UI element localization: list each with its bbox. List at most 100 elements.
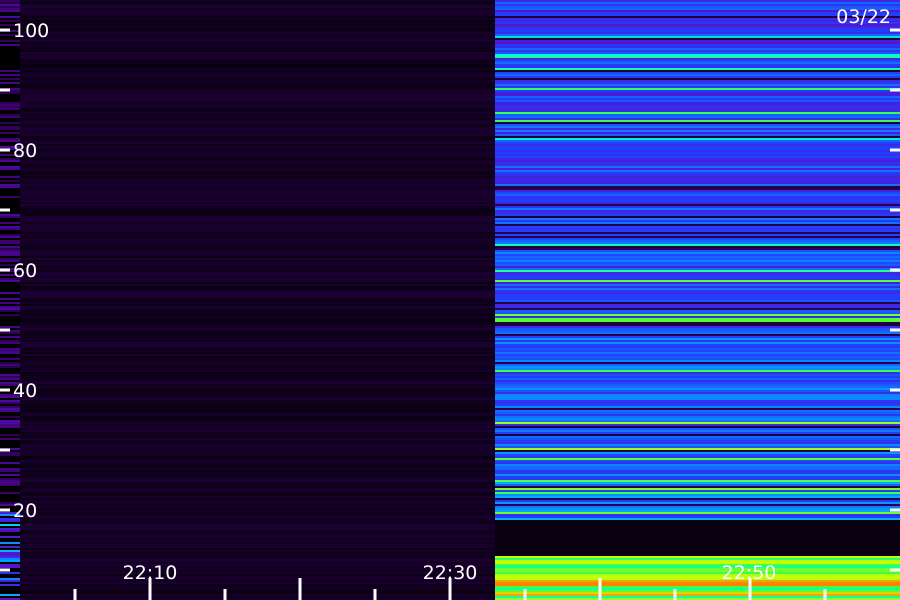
quiet-segment-row	[20, 164, 495, 166]
quiet-segment-row	[20, 314, 495, 316]
quiet-segment-row	[20, 150, 495, 152]
active-segment-row	[495, 318, 900, 320]
quiet-segment-row	[20, 318, 495, 320]
quiet-segment-row	[20, 152, 495, 154]
left-edge-row	[0, 350, 20, 352]
left-edge-row	[0, 342, 20, 344]
active-segment-row	[495, 72, 900, 74]
quiet-segment-row	[20, 558, 495, 560]
quiet-segment-row	[20, 20, 495, 22]
quiet-segment-row	[20, 8, 495, 10]
quiet-segment-row	[20, 18, 495, 20]
left-edge-row	[0, 70, 20, 72]
quiet-segment-row	[20, 2, 495, 4]
quiet-segment-row	[20, 360, 495, 362]
quiet-segment-row	[20, 390, 495, 392]
left-edge-row	[0, 2, 20, 4]
active-segment-row	[495, 36, 900, 38]
quiet-segment-row	[20, 172, 495, 174]
active-segment-row	[495, 518, 900, 520]
quiet-segment-row	[20, 308, 495, 310]
active-segment-row	[495, 216, 900, 218]
quiet-segment-row	[20, 486, 495, 488]
quiet-segment-row	[20, 142, 495, 144]
quiet-segment-row	[20, 506, 495, 508]
active-segment-row	[495, 206, 900, 208]
quiet-segment-row	[20, 236, 495, 238]
left-edge-row	[0, 78, 20, 80]
quiet-segment-row	[20, 290, 495, 292]
quiet-segment-row	[20, 108, 495, 110]
quiet-segment-row	[20, 454, 495, 456]
quiet-segment-row	[20, 400, 495, 402]
quiet-segment-row	[20, 284, 495, 286]
quiet-segment-row	[20, 402, 495, 404]
quiet-segment-row	[20, 342, 495, 344]
quiet-segment-row	[20, 522, 495, 524]
quiet-segment-row	[20, 374, 495, 376]
quiet-segment-row	[20, 64, 495, 66]
active-segment-row	[495, 524, 900, 526]
quiet-segment-row	[20, 206, 495, 208]
active-segment-row	[495, 208, 900, 210]
active-segment-row	[495, 284, 900, 286]
quiet-segment-row	[20, 274, 495, 276]
active-segment-row	[495, 346, 900, 348]
active-segment-row	[495, 158, 900, 160]
active-segment-row	[495, 124, 900, 126]
left-edge-row	[0, 44, 20, 46]
active-segment-row	[495, 136, 900, 138]
quiet-segment-row	[20, 24, 495, 26]
quiet-segment-row	[20, 528, 495, 530]
active-segment-row	[495, 588, 900, 590]
left-edge-row	[0, 228, 20, 230]
quiet-segment-row	[20, 132, 495, 134]
active-segment-row	[495, 504, 900, 506]
quiet-segment-row	[20, 410, 495, 412]
active-segment-row	[495, 342, 900, 344]
active-segment-row	[495, 544, 900, 546]
active-segment-row	[495, 120, 900, 122]
quiet-segment-row	[20, 0, 495, 2]
active-segment-row	[495, 280, 900, 282]
quiet-segment-row	[20, 320, 495, 322]
quiet-segment-row	[20, 200, 495, 202]
active-segment-row	[495, 234, 900, 236]
quiet-segment-row	[20, 462, 495, 464]
quiet-segment-row	[20, 592, 495, 594]
quiet-segment-row	[20, 328, 495, 330]
active-segment-row	[495, 164, 900, 166]
active-segment-row	[495, 214, 900, 216]
active-segment-row	[495, 416, 900, 418]
active-segment-row	[495, 50, 900, 52]
quiet-segment-row	[20, 426, 495, 428]
active-segment-row	[495, 172, 900, 174]
quiet-segment-row	[20, 316, 495, 318]
quiet-segment-row	[20, 550, 495, 552]
quiet-segment-row	[20, 156, 495, 158]
active-segment-row	[495, 184, 900, 186]
active-segment-row	[495, 154, 900, 156]
left-edge-row	[0, 216, 20, 218]
active-segment-row	[495, 310, 900, 312]
quiet-segment-row	[20, 182, 495, 184]
left-edge-row	[0, 126, 20, 128]
quiet-segment-row	[20, 470, 495, 472]
quiet-segment-row	[20, 204, 495, 206]
active-segment-row	[495, 414, 900, 416]
active-segment-row	[495, 374, 900, 376]
left-edge-row	[0, 420, 20, 422]
quiet-segment-row	[20, 408, 495, 410]
quiet-segment-row	[20, 258, 495, 260]
left-edge-row	[0, 560, 20, 562]
left-edge-row	[0, 406, 20, 408]
quiet-segment-row	[20, 214, 495, 216]
active-segment-row	[495, 522, 900, 524]
left-edge-row	[0, 298, 20, 300]
quiet-segment-row	[20, 100, 495, 102]
quiet-segment-row	[20, 92, 495, 94]
active-segment-row	[495, 362, 900, 364]
quiet-segment-row	[20, 432, 495, 434]
quiet-segment-row	[20, 356, 495, 358]
active-segment-row	[495, 114, 900, 116]
